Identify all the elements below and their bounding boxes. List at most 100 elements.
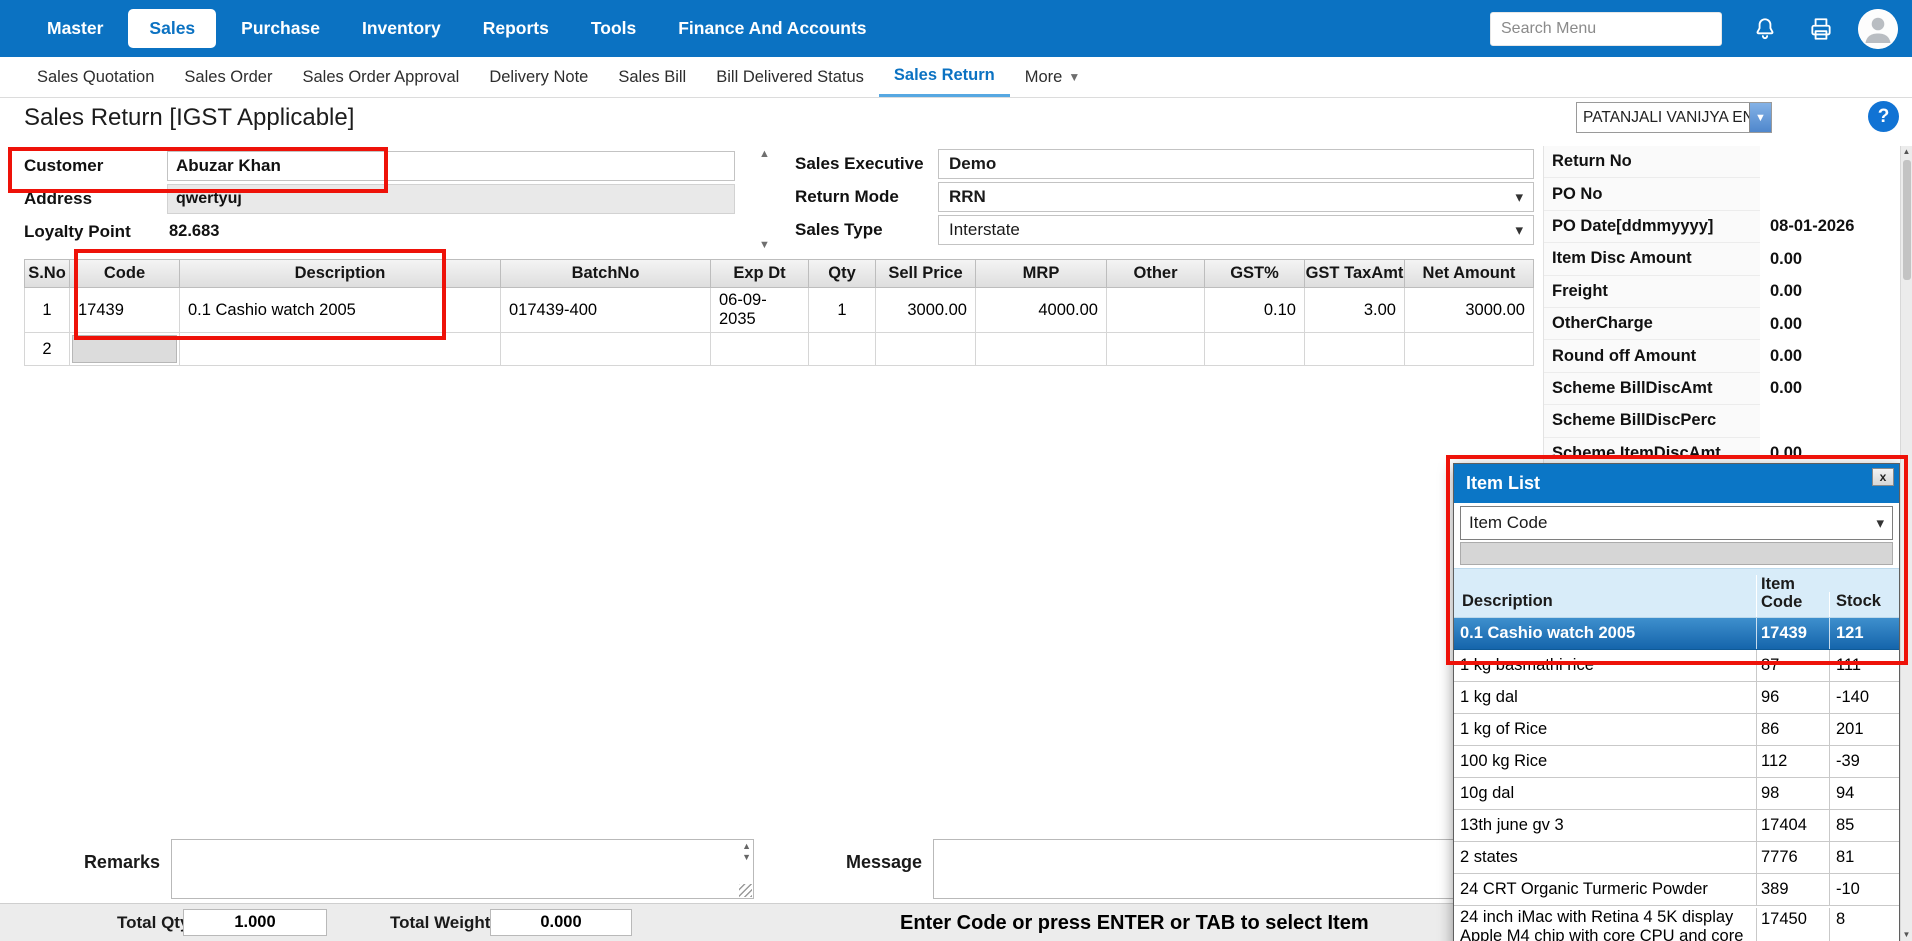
printer-icon[interactable] [1808, 16, 1834, 42]
item-description: 10g dal [1454, 784, 1756, 803]
item-list-title: Item List [1466, 473, 1540, 494]
menu-item-sales[interactable]: Sales [128, 9, 216, 48]
message-textarea[interactable] [934, 840, 1533, 898]
cell-sellprice[interactable] [876, 333, 976, 366]
help-button[interactable]: ? [1868, 101, 1899, 132]
tab-sales-bill[interactable]: Sales Bill [603, 57, 701, 97]
cell-gst[interactable] [1205, 333, 1305, 366]
item-list-row[interactable]: 1 kg basmathi rice 87 111 [1454, 650, 1899, 682]
po-date-value[interactable]: 08-01-2026 [1760, 217, 1897, 236]
scroll-down-icon[interactable]: ▼ [742, 852, 751, 862]
cell-other[interactable] [1107, 288, 1205, 333]
item-list-row[interactable]: 10g dal 98 94 [1454, 778, 1899, 810]
tab-more[interactable]: More [1010, 57, 1095, 97]
menu-item-finance-and-accounts[interactable]: Finance And Accounts [657, 18, 887, 39]
scheme-billdiscamt-value[interactable]: 0.00 [1760, 379, 1897, 398]
scheme-itemdiscamt-value[interactable]: 0.00 [1760, 444, 1897, 463]
address-row: Address [24, 183, 750, 214]
freight-value[interactable]: 0.00 [1760, 282, 1897, 301]
close-icon[interactable]: x [1872, 468, 1894, 486]
sales-type-row: Sales Type Interstate [795, 214, 1535, 245]
cell-description[interactable]: 0.1 Cashio watch 2005 [180, 288, 501, 333]
item-list-row[interactable]: 24 inch iMac with Retina 4 5K display Ap… [1454, 906, 1899, 941]
item-list-row[interactable]: 13th june gv 3 17404 85 [1454, 810, 1899, 842]
cell-qty[interactable]: 1 [809, 288, 876, 333]
cell-gsttaxamt[interactable]: 3.00 [1305, 288, 1405, 333]
item-code: 98 [1756, 778, 1829, 809]
tab-sales-order[interactable]: Sales Order [169, 57, 287, 97]
item-list-row-selected[interactable]: 0.1 Cashio watch 2005 17439 121 [1454, 618, 1899, 650]
notifications-bell-icon[interactable] [1752, 16, 1778, 42]
scroll-up-icon[interactable]: ▲ [1903, 146, 1911, 158]
cell-other[interactable] [1107, 333, 1205, 366]
cell-qty[interactable] [809, 333, 876, 366]
menu-item-master[interactable]: Master [26, 18, 124, 39]
cell-gsttaxamt[interactable] [1305, 333, 1405, 366]
cell-gst[interactable]: 0.10 [1205, 288, 1305, 333]
loyalty-point-label: Loyalty Point [24, 222, 167, 242]
item-list-row[interactable]: 1 kg dal 96 -140 [1454, 682, 1899, 714]
vertical-scrollbar[interactable]: ▲ ▼ [1900, 146, 1912, 941]
cell-expdt[interactable] [711, 333, 809, 366]
company-select[interactable]: PATANJALI VANIJYA ENTER [1576, 102, 1772, 133]
resize-grip-icon[interactable] [739, 884, 752, 897]
cell-sno[interactable]: 1 [24, 288, 70, 333]
cell-batchno[interactable] [501, 333, 711, 366]
scroll-down-icon[interactable]: ▼ [759, 240, 770, 251]
code-entry-cell[interactable] [72, 335, 177, 363]
message-field [933, 839, 1534, 899]
return-mode-select[interactable]: RRN [938, 182, 1534, 212]
item-entry-hint: Enter Code or press ENTER or TAB to sele… [900, 912, 1369, 935]
sales-executive-input[interactable]: Demo [938, 149, 1534, 179]
scroll-up-icon[interactable]: ▲ [742, 841, 751, 851]
panel-row: Round off Amount 0.00 [1544, 340, 1897, 372]
cell-mrp[interactable] [976, 333, 1107, 366]
item-stock: 85 [1829, 810, 1899, 841]
total-qty-input[interactable] [183, 909, 327, 936]
cell-expdt[interactable]: 06-09-2035 [711, 288, 809, 333]
item-disc-amount-value[interactable]: 0.00 [1760, 250, 1897, 269]
item-disc-amount-label: Item Disc Amount [1544, 243, 1760, 275]
item-list-row[interactable]: 2 states 7776 81 [1454, 842, 1899, 874]
item-list-row[interactable]: 1 kg of Rice 86 201 [1454, 714, 1899, 746]
item-description: 24 inch iMac with Retina 4 5K display Ap… [1454, 908, 1756, 941]
customer-input[interactable] [167, 151, 735, 181]
scrollbar-thumb[interactable] [1903, 160, 1911, 280]
tab-sales-return[interactable]: Sales Return [879, 57, 1010, 97]
remarks-textarea[interactable] [172, 840, 753, 898]
sales-type-select[interactable]: Interstate [938, 215, 1534, 245]
user-avatar[interactable] [1858, 9, 1898, 49]
tab-delivery-note[interactable]: Delivery Note [474, 57, 603, 97]
chevron-down-icon[interactable] [1749, 103, 1771, 132]
customer-form-scrollbar[interactable]: ▲ ▼ [756, 149, 773, 251]
menu-item-purchase[interactable]: Purchase [220, 18, 341, 39]
tab-bill-delivered-status[interactable]: Bill Delivered Status [701, 57, 879, 97]
item-description: 2 states [1454, 848, 1756, 867]
cell-sellprice[interactable]: 3000.00 [876, 288, 976, 333]
tab-sales-order-approval[interactable]: Sales Order Approval [287, 57, 474, 97]
search-menu-input[interactable] [1490, 12, 1722, 46]
cell-netamount[interactable] [1405, 333, 1534, 366]
other-charge-value[interactable]: 0.00 [1760, 315, 1897, 334]
cell-netamount[interactable]: 3000.00 [1405, 288, 1534, 333]
cell-mrp[interactable]: 4000.00 [976, 288, 1107, 333]
tab-sales-quotation[interactable]: Sales Quotation [22, 57, 169, 97]
scroll-up-icon[interactable]: ▲ [759, 149, 770, 160]
menu-item-reports[interactable]: Reports [462, 18, 570, 39]
menu-item-inventory[interactable]: Inventory [341, 18, 462, 39]
total-weight-input[interactable] [490, 909, 632, 936]
item-list-row[interactable]: 24 CRT Organic Turmeric Powder 389 -10 [1454, 874, 1899, 906]
scroll-down-icon[interactable]: ▼ [1903, 929, 1911, 941]
cell-batchno[interactable]: 017439-400 [501, 288, 711, 333]
item-list-row[interactable]: 100 kg Rice 112 -39 [1454, 746, 1899, 778]
cell-description[interactable] [180, 333, 501, 366]
round-off-amount-value[interactable]: 0.00 [1760, 347, 1897, 366]
loyalty-point-value: 82.683 [167, 222, 219, 241]
menu-item-tools[interactable]: Tools [570, 18, 657, 39]
cell-sno[interactable]: 2 [24, 333, 70, 366]
cell-code[interactable]: 17439 [70, 288, 180, 333]
item-list-filter-select[interactable]: Item Code [1460, 506, 1893, 540]
address-input[interactable] [167, 184, 735, 214]
cell-code-active[interactable] [70, 333, 180, 366]
item-list-search-input[interactable] [1460, 542, 1893, 565]
